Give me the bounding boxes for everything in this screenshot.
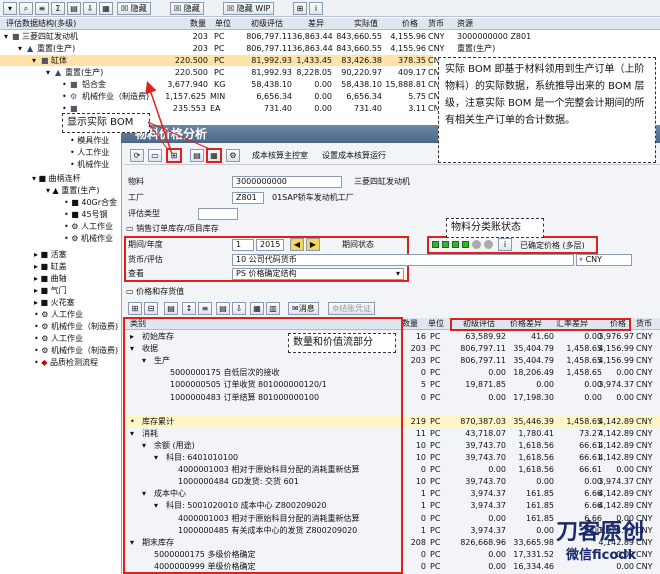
arrow-to-tree: [145, 81, 173, 155]
annotation-arrows: [145, 81, 213, 155]
watermark-subtitle: 微信ficodk: [566, 548, 637, 563]
watermark-title: 刀客原创: [556, 520, 645, 545]
